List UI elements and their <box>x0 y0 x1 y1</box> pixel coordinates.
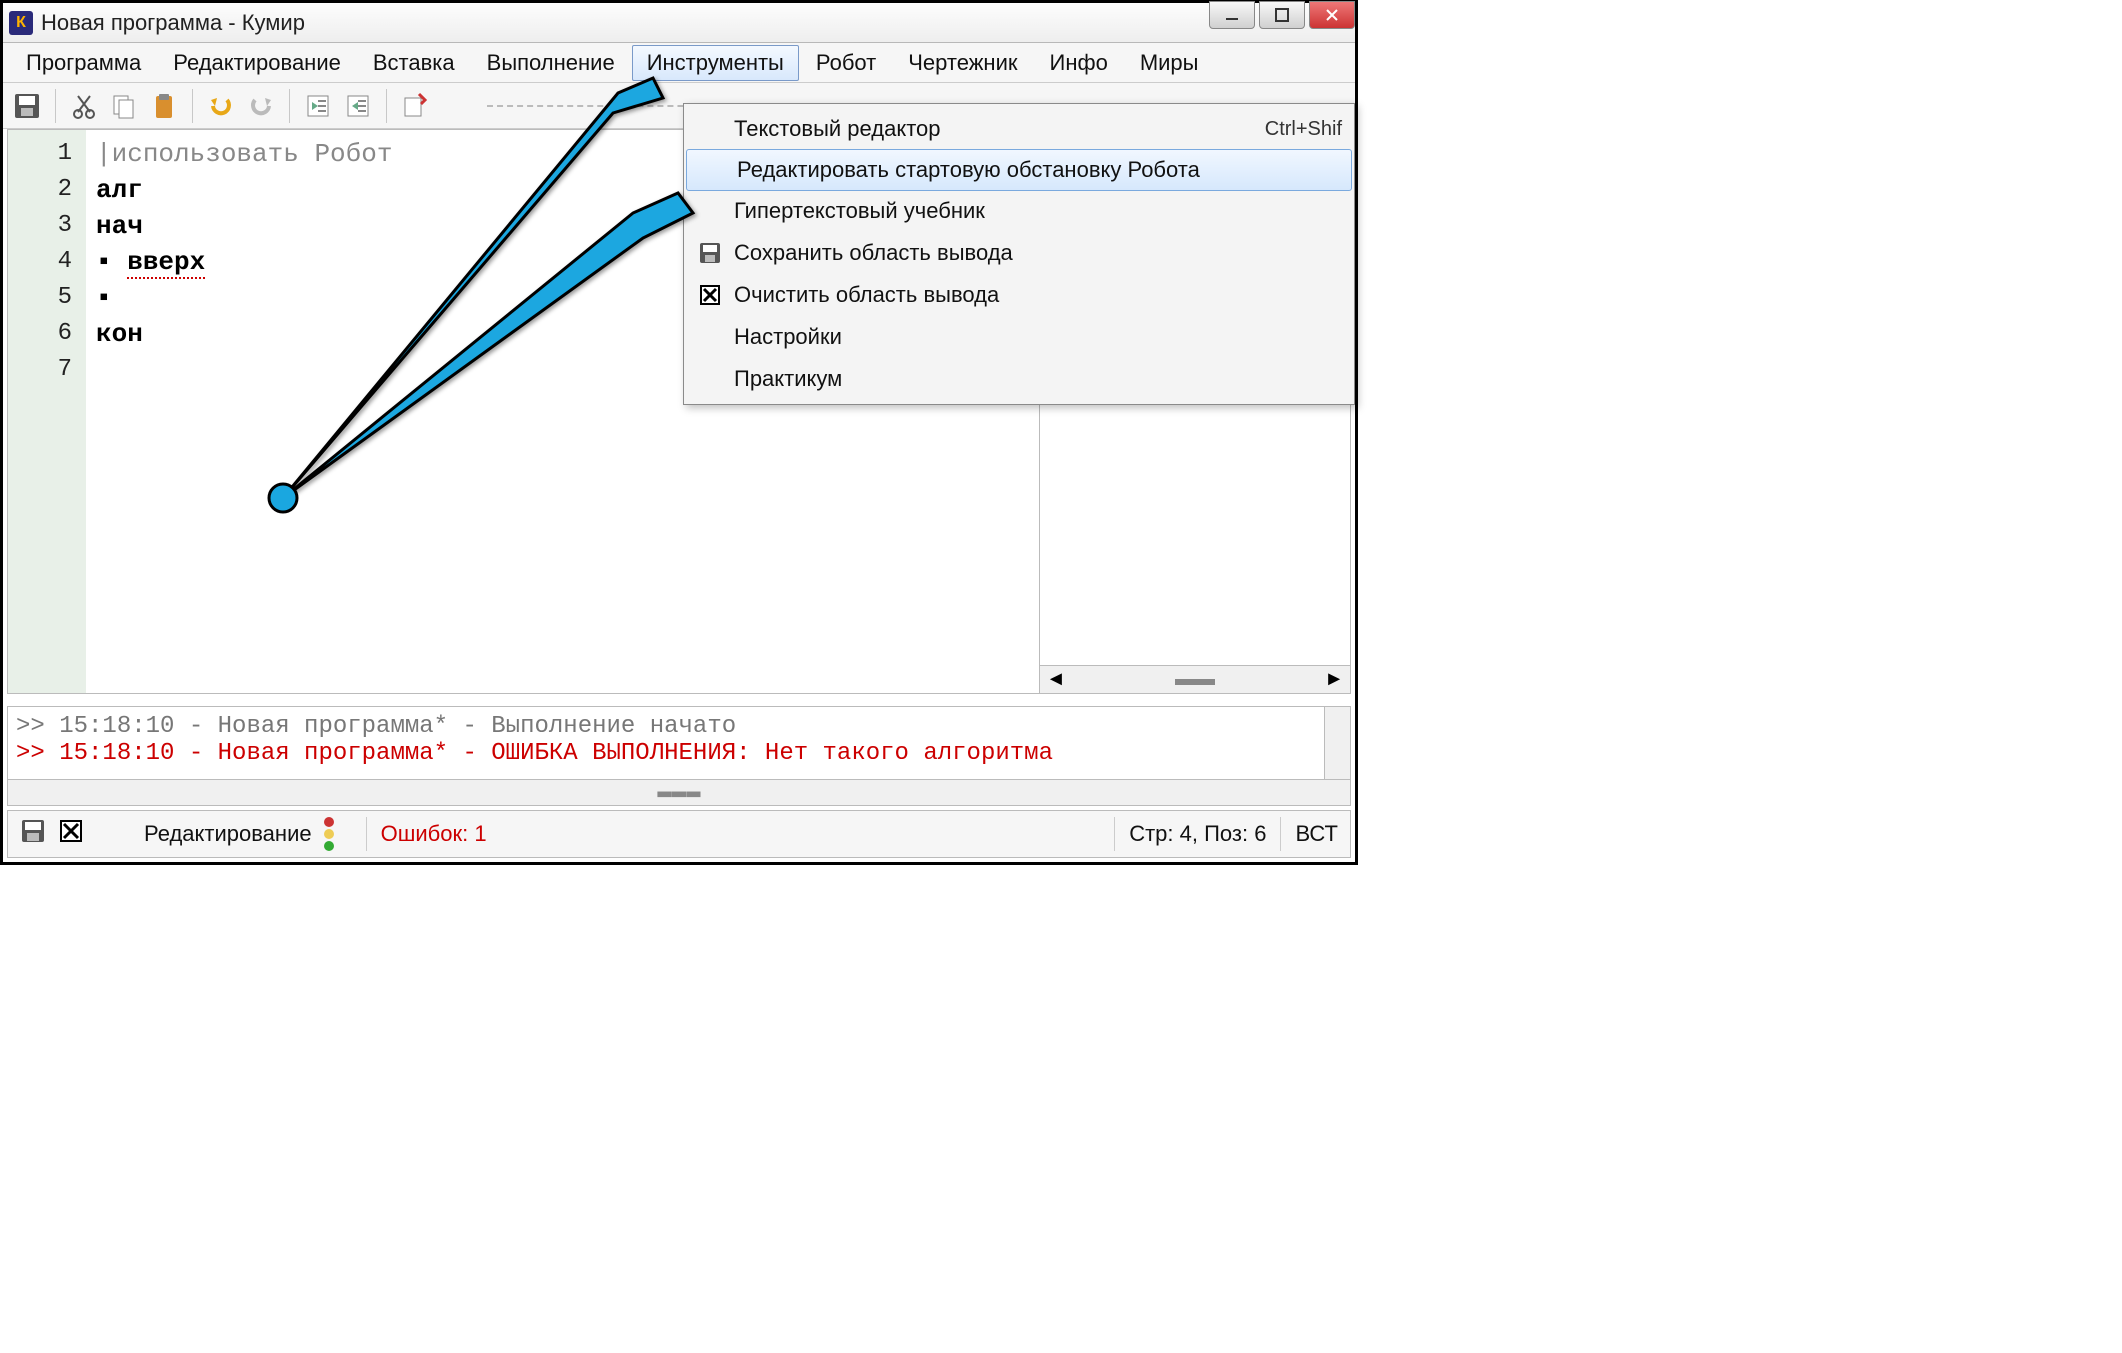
close-button[interactable] <box>1309 1 1355 29</box>
app-icon: К <box>9 11 33 35</box>
menu-edit[interactable]: Редактирование <box>158 45 356 81</box>
output-panel: >> 15:18:10 - Новая программа* - Выполне… <box>7 706 1351 806</box>
menu-instruments[interactable]: Инструменты <box>632 45 799 81</box>
line-number: 5 <box>8 280 72 316</box>
menubar: Программа Редактирование Вставка Выполне… <box>3 43 1355 83</box>
menu-run[interactable]: Выполнение <box>472 45 630 81</box>
menu-worlds[interactable]: Миры <box>1125 45 1214 81</box>
indent-icon[interactable] <box>300 88 336 124</box>
code-line: кон <box>96 319 143 349</box>
copy-icon[interactable] <box>106 88 142 124</box>
dd-label: Очистить область вывода <box>734 282 1342 308</box>
menu-robot[interactable]: Робот <box>801 45 891 81</box>
save-icon <box>692 241 728 265</box>
dd-edit-robot-env[interactable]: Редактировать стартовую обстановку Робот… <box>686 149 1352 191</box>
redo-icon[interactable] <box>243 88 279 124</box>
status-position: Стр: 4, Поз: 6 <box>1129 821 1266 847</box>
dd-text-editor[interactable]: Текстовый редактор Ctrl+Shif <box>684 108 1354 150</box>
outdent-icon[interactable] <box>340 88 376 124</box>
dd-practicum[interactable]: Практикум <box>684 358 1354 400</box>
line-number: 3 <box>8 208 72 244</box>
scroll-right-icon[interactable]: ► <box>1324 668 1344 691</box>
line-number: 6 <box>8 316 72 352</box>
save-icon[interactable] <box>20 818 46 850</box>
run-icon-1[interactable] <box>397 88 433 124</box>
maximize-button[interactable] <box>1259 1 1305 29</box>
traffic-light-icon <box>324 817 340 851</box>
dd-label: Настройки <box>734 324 1342 350</box>
line-number: 1 <box>8 136 72 172</box>
line-number: 2 <box>8 172 72 208</box>
code-prefix: | <box>96 139 112 169</box>
dd-clear-output[interactable]: Очистить область вывода <box>684 274 1354 316</box>
output-line: >> 15:18:10 - Новая программа* - Выполне… <box>16 713 1342 740</box>
dd-settings[interactable]: Настройки <box>684 316 1354 358</box>
minimize-button[interactable] <box>1209 1 1255 29</box>
window-title: Новая программа - Кумир <box>41 10 305 36</box>
code-line: нач <box>96 211 143 241</box>
bullet-icon: ▪ <box>96 283 112 313</box>
dd-shortcut: Ctrl+Shif <box>1265 118 1342 141</box>
status-insert-mode: ВСТ <box>1295 821 1338 847</box>
clear-icon[interactable] <box>58 818 84 850</box>
statusbar: Редактирование Ошибок: 1 Стр: 4, Поз: 6 … <box>7 810 1351 858</box>
status-errors: Ошибок: 1 <box>381 821 487 847</box>
dd-save-output[interactable]: Сохранить область вывода <box>684 232 1354 274</box>
code-line: алг <box>96 175 143 205</box>
clear-icon <box>692 283 728 307</box>
scroll-left-icon[interactable]: ◄ <box>1046 668 1066 691</box>
line-number: 4 <box>8 244 72 280</box>
status-mode: Редактирование <box>144 821 312 847</box>
code-line: вверх <box>127 247 205 279</box>
cut-icon[interactable] <box>66 88 102 124</box>
dd-label: Гипертекстовый учебник <box>734 198 1342 224</box>
dd-label: Текстовый редактор <box>734 116 1265 142</box>
paste-icon[interactable] <box>146 88 182 124</box>
titlebar: К Новая программа - Кумир <box>3 3 1355 43</box>
dd-hypertext-book[interactable]: Гипертекстовый учебник <box>684 190 1354 232</box>
dd-label: Практикум <box>734 366 1342 392</box>
output-v-scrollbar[interactable] <box>1324 707 1350 779</box>
window-controls <box>1209 1 1355 29</box>
instruments-dropdown: Текстовый редактор Ctrl+Shif Редактирова… <box>683 103 1355 405</box>
code-line: использовать Робот <box>112 139 393 169</box>
menu-draftsman[interactable]: Чертежник <box>893 45 1032 81</box>
output-error-line: >> 15:18:10 - Новая программа* - ОШИБКА … <box>16 740 1342 767</box>
save-icon[interactable] <box>9 88 45 124</box>
undo-icon[interactable] <box>203 88 239 124</box>
line-gutter: 1 2 3 4 5 6 7 <box>8 130 86 693</box>
line-number: 7 <box>8 352 72 388</box>
menu-insert[interactable]: Вставка <box>358 45 470 81</box>
bullet-icon: ▪ <box>96 247 127 277</box>
menu-program[interactable]: Программа <box>11 45 156 81</box>
horizontal-scrollbar[interactable]: ◄ ▬▬ ► <box>1040 665 1350 693</box>
dd-label: Редактировать стартовую обстановку Робот… <box>737 157 1339 183</box>
output-h-scrollbar[interactable]: ▬▬▬ <box>8 779 1350 805</box>
menu-info[interactable]: Инфо <box>1035 45 1123 81</box>
dd-label: Сохранить область вывода <box>734 240 1342 266</box>
